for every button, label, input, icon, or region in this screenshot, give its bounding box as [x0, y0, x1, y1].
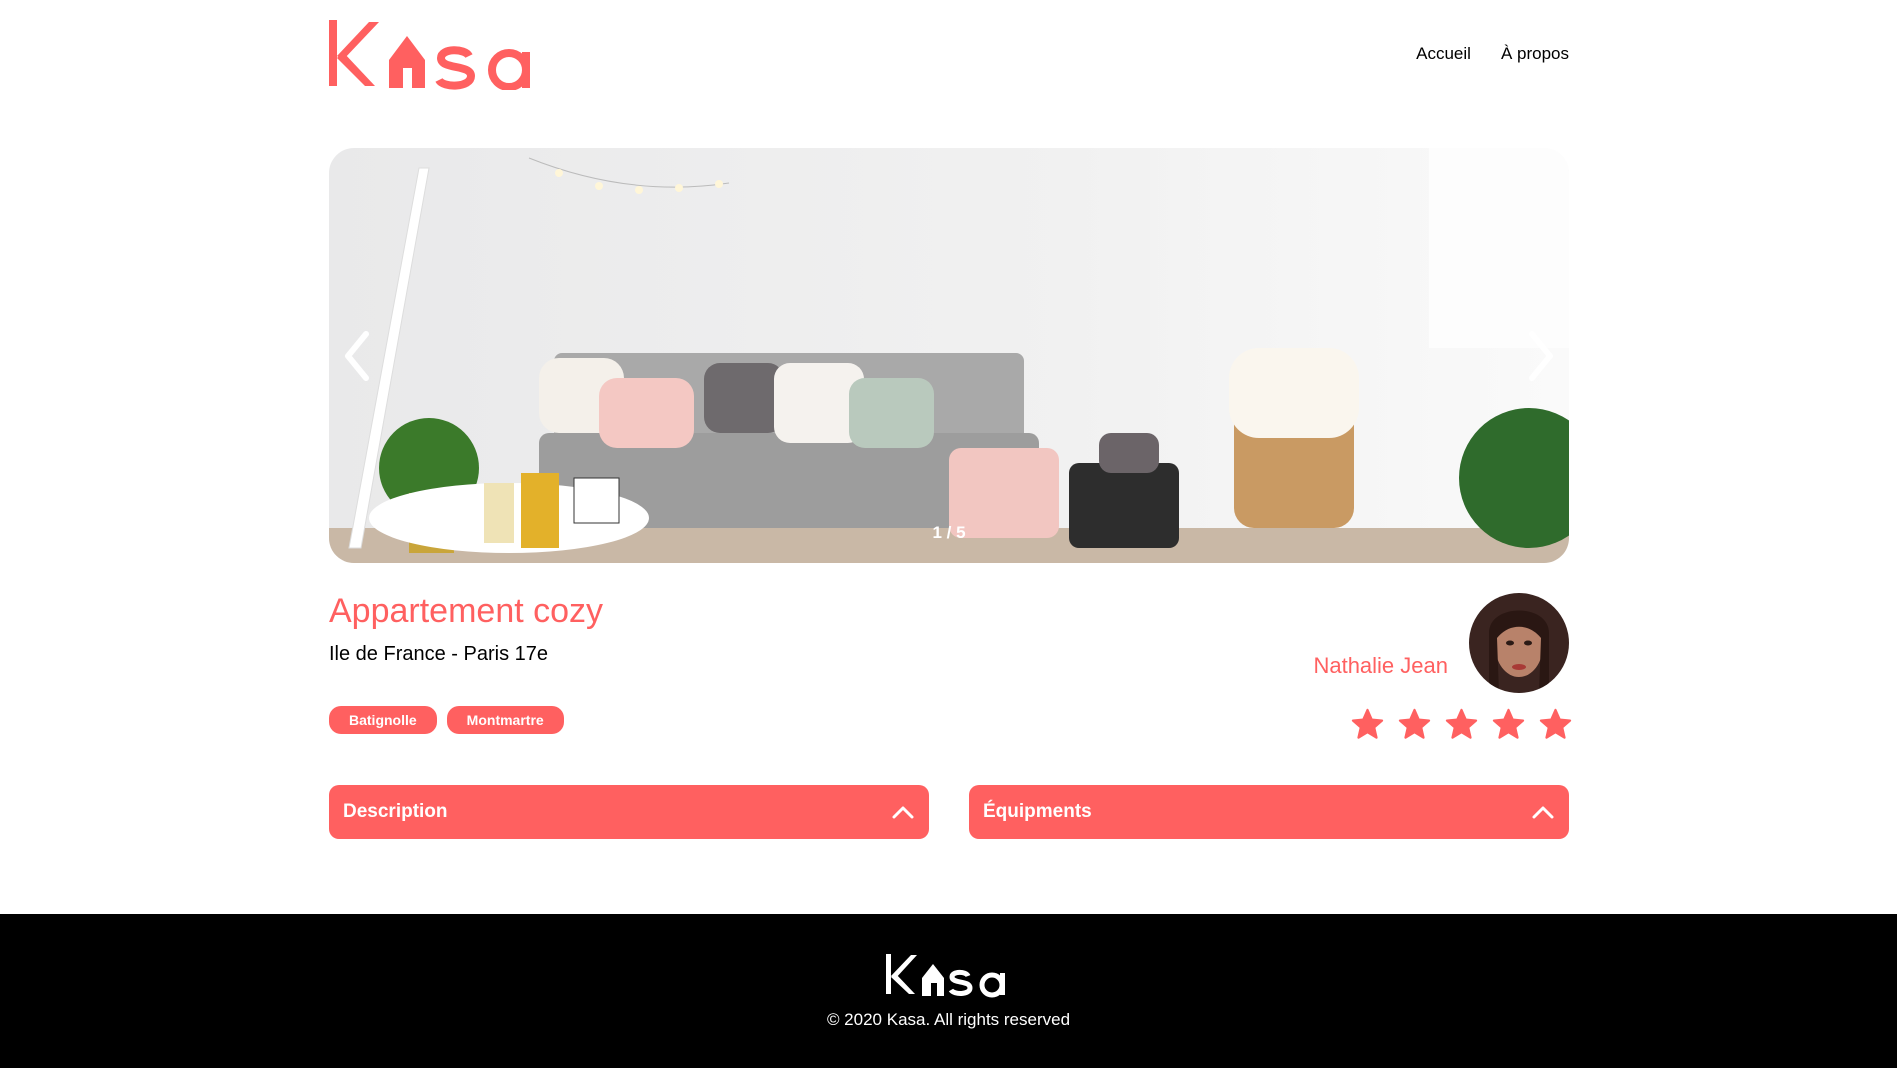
tag-list: Batignolle Montmartre — [329, 706, 564, 734]
equipments-collapse-label: Équipments — [983, 801, 1092, 822]
equipments-collapse[interactable]: Équipments — [969, 785, 1569, 839]
image-carousel: 1 / 5 — [329, 148, 1569, 563]
host-name: Nathalie Jean — [1313, 653, 1448, 678]
chevron-right-icon — [1529, 331, 1553, 381]
footer-kasa-logo — [886, 952, 1012, 998]
main-nav: Accueil À propos — [1416, 44, 1569, 64]
star-icon — [1350, 707, 1385, 742]
carousel-prev-button[interactable] — [337, 326, 377, 386]
star-icon — [1397, 707, 1432, 742]
star-icon — [1538, 707, 1573, 742]
star-icon — [1444, 707, 1479, 742]
apartment-photo — [329, 148, 1569, 563]
nav-about-link[interactable]: À propos — [1501, 44, 1569, 64]
carousel-next-button[interactable] — [1521, 326, 1561, 386]
tag: Montmartre — [446, 706, 564, 734]
host-avatar — [1469, 593, 1569, 693]
chevron-up-icon[interactable] — [1531, 804, 1555, 820]
listing-location: Ile de France - Paris 17e — [329, 643, 548, 665]
description-collapse-label: Description — [343, 801, 448, 822]
carousel-counter: 1 / 5 — [932, 523, 966, 542]
chevron-left-icon — [345, 331, 369, 381]
footer: © 2020 Kasa. All rights reserved — [0, 914, 1897, 1068]
header: Accueil À propos — [329, 18, 1569, 91]
listing-title: Appartement cozy — [329, 592, 604, 630]
description-collapse[interactable]: Description — [329, 785, 929, 839]
copyright-text: © 2020 Kasa. All rights reserved — [826, 1010, 1071, 1029]
chevron-up-icon[interactable] — [891, 804, 915, 820]
rating-stars — [1350, 707, 1573, 742]
tag: Batignolle — [329, 706, 437, 734]
kasa-logo[interactable] — [329, 18, 549, 91]
nav-home-link[interactable]: Accueil — [1416, 44, 1471, 64]
star-icon — [1491, 707, 1526, 742]
